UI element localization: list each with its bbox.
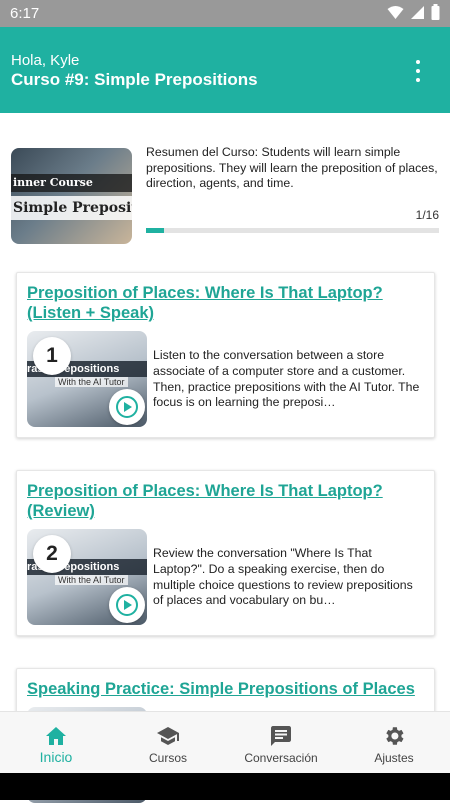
lesson-card[interactable]: Preposition of Places: Where Is That Lap… [16,470,435,636]
nav-label: Conversación [244,751,318,765]
lesson-thumbnail[interactable]: rase Prepositions With the AI Tutor 1 [27,331,147,427]
app-bar: Hola, Kyle Curso #9: Simple Prepositions [0,27,450,113]
nav-item-inicio[interactable]: Inicio [0,712,112,774]
gear-icon [386,727,404,745]
thumbnail-caption: inner Course [11,174,132,192]
lesson-title-link[interactable]: Preposition of Places: Where Is That Lap… [27,283,427,323]
lesson-description: Review the conversation "Where Is That L… [153,546,413,608]
nav-item-ajustes[interactable]: Ajustes [338,712,450,774]
wifi-icon [387,5,404,19]
course-summary: inner Course Simple Preposit Resumen del… [11,145,439,244]
battery-icon [431,4,440,20]
chat-icon [271,726,291,746]
lesson-description: Listen to the conversation between a sto… [153,348,420,410]
home-icon [46,727,66,745]
thumbnail-subtitle: With the AI Tutor [55,575,128,585]
page-title: Curso #9: Simple Prepositions [11,70,258,89]
lesson-card[interactable]: Preposition of Places: Where Is That Lap… [16,272,435,438]
menu-dot-icon [416,60,420,64]
signal-icon [411,5,424,19]
play-icon [116,396,138,418]
overflow-menu-button[interactable] [414,60,422,82]
thumbnail-subtitle: With the AI Tutor [55,377,128,387]
progress-bar [146,228,439,233]
play-button[interactable] [109,587,145,623]
status-icons [387,4,440,20]
play-icon [116,594,138,616]
play-button[interactable] [109,389,145,425]
thumbnail-title: Simple Preposit [11,196,132,220]
lesson-thumbnail[interactable]: rase Prepositions With the AI Tutor 2 [27,529,147,625]
lesson-number-badge: 1 [33,337,71,375]
nav-label: Ajustes [374,751,414,765]
menu-dot-icon [416,78,420,82]
lesson-number-badge: 2 [33,535,71,573]
nav-label: Inicio [39,749,73,765]
progress-count: 1/16 [415,208,439,222]
status-time: 6:17 [10,5,40,22]
lesson-title-link[interactable]: Speaking Practice: Simple Prepositions o… [27,679,427,699]
course-description: Resumen del Curso: Students will learn s… [146,145,438,190]
lesson-title-link[interactable]: Preposition of Places: Where Is That Lap… [27,481,427,521]
system-navigation-bar [0,773,450,800]
bottom-nav: Inicio Cursos Conversación Ajustes [0,711,450,773]
course-thumbnail[interactable]: inner Course Simple Preposit [11,148,132,244]
status-bar: 6:17 [0,0,450,27]
progress-bar-fill [146,228,165,233]
nav-item-conversacion[interactable]: Conversación [225,712,337,774]
greeting: Hola, Kyle [11,52,80,69]
nav-label: Cursos [148,751,187,765]
nav-item-cursos[interactable]: Cursos [112,712,224,774]
menu-dot-icon [416,69,420,73]
school-icon [157,727,179,745]
